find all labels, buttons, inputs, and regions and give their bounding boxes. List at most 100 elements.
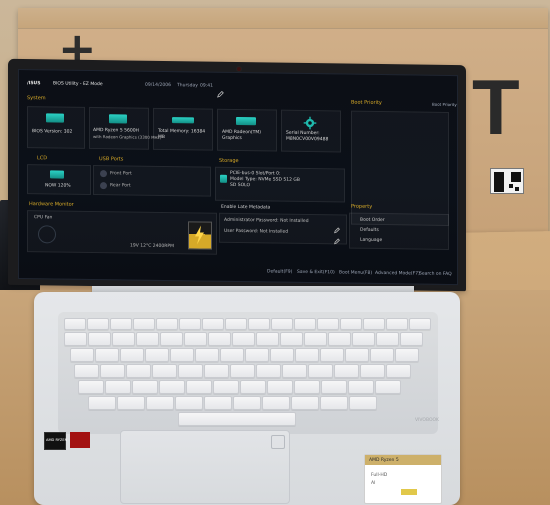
keyboard-key[interactable] <box>267 380 293 394</box>
keyboard-key[interactable] <box>349 396 377 410</box>
keyboard-key[interactable] <box>409 318 431 330</box>
keyboard-key[interactable] <box>133 318 155 330</box>
keyboard-key[interactable] <box>282 364 307 378</box>
boot-priority-link[interactable]: Boot Priority <box>432 102 457 107</box>
keyboard-key[interactable] <box>204 396 232 410</box>
keyboard-key[interactable] <box>117 396 145 410</box>
keyboard-key[interactable] <box>184 332 207 346</box>
keyboard-key[interactable] <box>245 348 269 362</box>
keyboard-key[interactable] <box>248 318 270 330</box>
keyboard-key[interactable] <box>126 364 151 378</box>
keyboard-key[interactable] <box>78 380 104 394</box>
keyboard-key[interactable] <box>87 318 109 330</box>
keyboard-key[interactable] <box>348 380 374 394</box>
keyboard-key[interactable] <box>88 396 116 410</box>
keyboard-key[interactable] <box>280 332 303 346</box>
keyboard-key[interactable] <box>105 380 131 394</box>
keyboard-key[interactable] <box>88 332 111 346</box>
footer-item-4[interactable]: Search on FAQ <box>419 272 452 277</box>
security-row-1[interactable]: User Password: Not Installed <box>224 229 288 235</box>
footer-item-3[interactable]: Advanced Mode(F7) <box>375 271 420 277</box>
keyboard-key[interactable] <box>294 318 316 330</box>
keyboard-key[interactable] <box>208 332 231 346</box>
keyboard-key[interactable] <box>232 332 255 346</box>
keyboard-key[interactable] <box>156 318 178 330</box>
keyboard-key[interactable] <box>400 332 423 346</box>
keyboard-key[interactable] <box>70 348 94 362</box>
keyboard-key[interactable] <box>120 348 144 362</box>
keyboard-key[interactable] <box>202 318 224 330</box>
footer-item-2[interactable]: Boot Menu(F8) <box>339 270 372 275</box>
keyboard-key[interactable] <box>360 364 385 378</box>
keyboard-key[interactable] <box>179 318 201 330</box>
keyboard-key[interactable] <box>370 348 394 362</box>
keyboard-key[interactable] <box>186 380 212 394</box>
keyboard-key[interactable] <box>375 380 401 394</box>
keyboard-key[interactable] <box>220 348 244 362</box>
keyboard-key[interactable] <box>256 332 279 346</box>
keyboard-key[interactable] <box>225 318 247 330</box>
spacebar-key[interactable] <box>178 412 296 426</box>
keyboard-key[interactable] <box>213 380 239 394</box>
webcam <box>237 67 241 72</box>
keyboard-key[interactable] <box>100 364 125 378</box>
keyboard-key[interactable] <box>308 364 333 378</box>
security-edit-icon-0[interactable] <box>333 218 340 234</box>
keyboard-key[interactable] <box>204 364 229 378</box>
keyboard-key[interactable] <box>233 396 261 410</box>
keyboard-key[interactable] <box>110 318 132 330</box>
security-row-0[interactable]: Administrator Password: Not Installed <box>224 218 309 224</box>
keyboard-key[interactable] <box>195 348 219 362</box>
keyboard-key[interactable] <box>146 396 174 410</box>
keyboard-key[interactable] <box>334 364 359 378</box>
keyboard-key[interactable] <box>136 332 159 346</box>
footer-item-1[interactable]: Save & Exit(F10) <box>297 270 335 276</box>
keyboard-key[interactable] <box>340 318 362 330</box>
keyboard-key[interactable] <box>304 332 327 346</box>
keyboard-key[interactable] <box>270 348 294 362</box>
section-property: Property <box>351 203 373 210</box>
keyboard-key[interactable] <box>64 332 87 346</box>
keyboard-key[interactable] <box>321 380 347 394</box>
keyboard-key[interactable] <box>320 348 344 362</box>
edit-icon[interactable] <box>217 83 224 98</box>
keyboard-key[interactable] <box>395 348 419 362</box>
keyboard-key[interactable] <box>320 396 348 410</box>
keyboard-key[interactable] <box>159 380 185 394</box>
keyboard-key[interactable] <box>295 348 319 362</box>
keyboard-key[interactable] <box>363 318 385 330</box>
keyboard-key[interactable] <box>352 332 375 346</box>
keyboard-key[interactable] <box>112 332 135 346</box>
keyboard-key[interactable] <box>160 332 183 346</box>
keyboard-key[interactable] <box>271 318 293 330</box>
security-edit-icon-1[interactable] <box>333 229 340 245</box>
keyboard-key[interactable] <box>240 380 266 394</box>
keyboard-key[interactable] <box>74 364 99 378</box>
footer-item-0[interactable]: Default(F9) <box>267 269 292 274</box>
keyboard-key[interactable] <box>386 364 411 378</box>
keyboard-key[interactable] <box>376 332 399 346</box>
touchpad[interactable] <box>120 430 290 504</box>
keyboard-key[interactable] <box>386 318 408 330</box>
keyboard-key[interactable] <box>345 348 369 362</box>
system-tile-serial-sub: M8N0CV00V09488 <box>286 136 329 143</box>
keyboard-key[interactable] <box>132 380 158 394</box>
keyboard-key[interactable] <box>178 364 203 378</box>
keyboard-key[interactable] <box>230 364 255 378</box>
keyboard-key[interactable] <box>328 332 351 346</box>
keyboard-key[interactable] <box>175 396 203 410</box>
keyboard-key[interactable] <box>317 318 339 330</box>
property-item-0[interactable]: Boot Order <box>360 218 385 223</box>
keyboard-key[interactable] <box>145 348 169 362</box>
touchpad-fingerprint-icon[interactable] <box>271 435 285 449</box>
keyboard-key[interactable] <box>64 318 86 330</box>
property-item-2[interactable]: Language <box>360 238 382 243</box>
keyboard-key[interactable] <box>291 396 319 410</box>
keyboard-key[interactable] <box>170 348 194 362</box>
keyboard-key[interactable] <box>262 396 290 410</box>
keyboard-key[interactable] <box>256 364 281 378</box>
keyboard-key[interactable] <box>294 380 320 394</box>
keyboard-key[interactable] <box>152 364 177 378</box>
keyboard-key[interactable] <box>95 348 119 362</box>
property-item-1[interactable]: Defaults <box>360 228 379 233</box>
